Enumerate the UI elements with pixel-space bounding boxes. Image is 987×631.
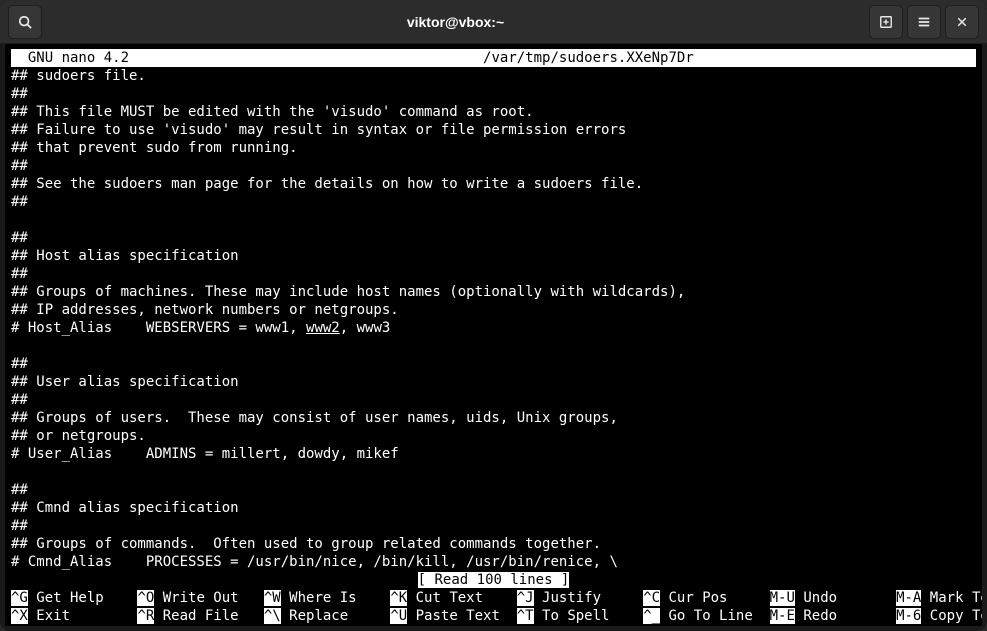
shortcut-key: ^X — [11, 608, 28, 624]
shortcut-key: ^C — [643, 590, 660, 606]
nano-shortcuts: ^G Get Help ^O Write Out ^W Where Is ^K … — [11, 589, 976, 625]
close-icon — [956, 16, 968, 28]
search-icon — [18, 15, 32, 29]
shortcut-key: M-U — [770, 590, 795, 606]
shortcut-key: ^K — [390, 590, 407, 606]
nano-header: GNU nano 4.2 /var/tmp/sudoers.XXeNp7Dr — [11, 49, 976, 67]
hamburger-icon — [917, 15, 931, 29]
search-button[interactable] — [8, 5, 42, 39]
menu-button[interactable] — [907, 5, 941, 39]
titlebar: viktor@vbox:~ — [0, 0, 987, 44]
shortcut-key: ^\ — [264, 608, 281, 624]
shortcut-key: ^J — [517, 590, 534, 606]
window-title: viktor@vbox:~ — [44, 14, 867, 30]
shortcut-key: ^_ — [643, 608, 660, 624]
shortcut-key: ^W — [264, 590, 281, 606]
nano-app-label: GNU nano 4.2 — [11, 50, 129, 66]
shortcut-key: ^G — [11, 590, 28, 606]
shortcut-key: M-E — [770, 608, 795, 624]
shortcut-key: ^T — [517, 608, 534, 624]
nano-file-path: /var/tmp/sudoers.XXeNp7Dr — [483, 50, 694, 66]
shortcut-key: ^O — [137, 590, 154, 606]
terminal-window: viktor@vbox:~ GNU nano 4.2 /var/tmp/sudo… — [0, 0, 987, 631]
nano-status-line: [ Read 100 lines ] — [11, 571, 976, 589]
shortcut-key: ^R — [137, 608, 154, 624]
editor-content[interactable]: ## sudoers file. ## ## This file MUST be… — [11, 67, 976, 571]
shortcut-key: M-6 — [896, 608, 921, 624]
new-tab-button[interactable] — [869, 5, 903, 39]
new-tab-icon — [879, 15, 893, 29]
cursor-word: www2 — [306, 320, 340, 336]
terminal-body[interactable]: GNU nano 4.2 /var/tmp/sudoers.XXeNp7Dr #… — [5, 44, 982, 626]
shortcut-key: ^U — [390, 608, 407, 624]
close-button[interactable] — [945, 5, 979, 39]
shortcut-key: M-A — [896, 590, 921, 606]
